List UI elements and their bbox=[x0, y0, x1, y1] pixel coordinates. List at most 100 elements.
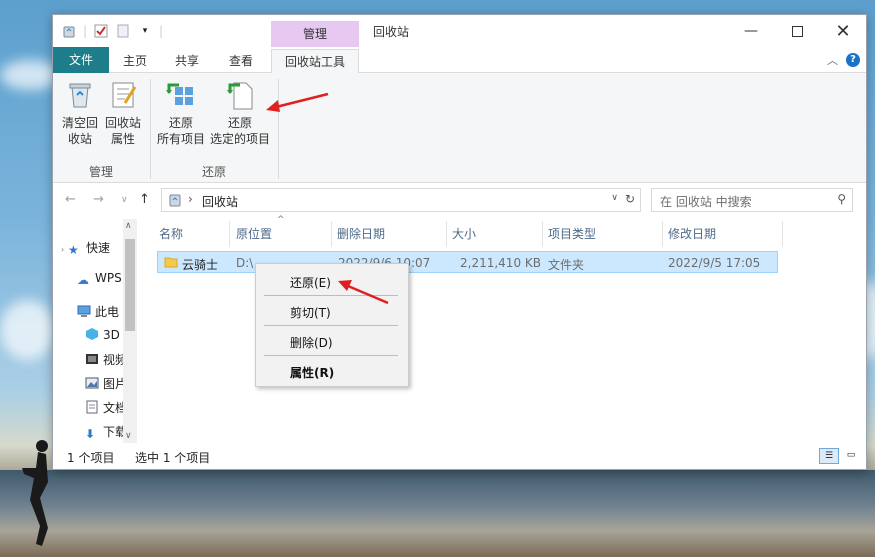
menu-separator bbox=[264, 355, 398, 356]
nav-item-quick-access[interactable]: › ★ 快速 bbox=[61, 239, 110, 257]
restore-all-icon bbox=[165, 79, 197, 111]
nav-item-label: 快速 bbox=[86, 241, 111, 255]
back-button[interactable]: ← bbox=[65, 192, 76, 207]
cloud-icon: ☁ bbox=[77, 273, 89, 287]
empty-bin-icon bbox=[64, 79, 96, 111]
nav-item-wps[interactable]: ☁ WPS bbox=[77, 271, 122, 287]
restore-all-button[interactable]: 还原 所有项目 bbox=[153, 79, 209, 147]
nav-item-videos[interactable]: 视频 bbox=[85, 351, 127, 368]
minimize-button[interactable]: — bbox=[728, 15, 774, 47]
menu-item-restore[interactable]: 还原(E) bbox=[290, 274, 331, 291]
address-row: ← → ∨ ↑ › 回收站 ∨ ↻ 在 回收站 中搜索 ⚲ bbox=[53, 183, 866, 217]
column-divider[interactable] bbox=[331, 221, 332, 247]
cloud bbox=[0, 300, 55, 360]
ribbon-group-label-restore: 还原 bbox=[202, 165, 227, 179]
help-icon[interactable]: ? bbox=[846, 53, 860, 67]
address-path: 回收站 bbox=[202, 195, 239, 209]
address-bar[interactable]: › 回收站 ∨ ↻ bbox=[161, 188, 641, 212]
nav-item-downloads[interactable]: ⬇ 下载 bbox=[85, 423, 127, 441]
scroll-up-icon[interactable]: ∧ bbox=[125, 221, 132, 231]
quick-access-toolbar: | ▾ | bbox=[61, 23, 163, 39]
explorer-window: | ▾ | 管理 回收站 — ✕ 文件 主页 共享 查看 回收站工具 ︿ ? 清… bbox=[52, 14, 867, 470]
status-item-count: 1 个项目 bbox=[67, 451, 115, 465]
nav-item-this-pc[interactable]: 此电 bbox=[77, 303, 119, 320]
scroll-down-icon[interactable]: ∨ bbox=[125, 431, 132, 441]
refresh-icon[interactable]: ↻ bbox=[625, 192, 635, 206]
nav-item-label: 此电 bbox=[95, 305, 120, 319]
column-divider[interactable] bbox=[662, 221, 663, 247]
maximize-button[interactable] bbox=[774, 15, 820, 47]
forward-button[interactable]: → bbox=[93, 192, 104, 207]
column-divider[interactable] bbox=[542, 221, 543, 247]
close-button[interactable]: ✕ bbox=[820, 15, 866, 47]
search-box[interactable]: 在 回收站 中搜索 ⚲ bbox=[651, 188, 853, 212]
scroll-thumb[interactable] bbox=[125, 239, 135, 331]
recycle-bin-properties-button[interactable]: 回收站 属性 bbox=[101, 79, 145, 147]
cell-original-location: D:\ bbox=[236, 256, 254, 270]
ribbon: 清空回 收站 回收站 属性 还原 所有项目 还原 选定的项目 管理 还原 bbox=[53, 73, 866, 183]
address-dropdown-icon[interactable]: ∨ bbox=[611, 193, 618, 203]
menu-item-cut[interactable]: 剪切(T) bbox=[290, 304, 331, 321]
recent-dropdown-icon[interactable]: ∨ bbox=[121, 195, 128, 205]
window-title: 回收站 bbox=[373, 25, 410, 39]
navigation-pane: › ★ 快速 ☁ WPS 此电 3D 视频 图片 文档 ⬇ 下载 ∧ ∨ bbox=[53, 217, 139, 445]
cell-name: 云骑士 bbox=[182, 258, 219, 272]
ribbon-group-label-manage: 管理 bbox=[89, 165, 114, 179]
tab-recycle-bin-tools[interactable]: 回收站工具 bbox=[271, 49, 359, 74]
annotation-arrow-menu bbox=[338, 280, 389, 305]
file-list: ^ 名称 原位置 删除日期 大小 项目类型 修改日期 云骑士 D:\ 2022/… bbox=[139, 215, 866, 443]
large-icons-view-icon: ▭ bbox=[846, 450, 856, 460]
tab-file[interactable]: 文件 bbox=[53, 47, 109, 73]
new-folder-icon[interactable] bbox=[115, 23, 131, 39]
column-header-item-type[interactable]: 项目类型 bbox=[548, 225, 596, 242]
sea-background bbox=[0, 470, 875, 557]
details-view-icon: ☰ bbox=[824, 451, 834, 461]
collapse-ribbon-icon[interactable]: ︿ bbox=[827, 52, 838, 68]
column-header-date-modified[interactable]: 修改日期 bbox=[668, 225, 716, 242]
column-header-name[interactable]: 名称 bbox=[159, 225, 183, 242]
recycle-bin-icon bbox=[61, 23, 77, 39]
status-bar: 1 个项目 选中 1 个项目 ☰ ▭ bbox=[53, 443, 866, 469]
cloud bbox=[0, 60, 60, 90]
ribbon-button-label: 清空回 bbox=[61, 116, 98, 130]
ribbon-button-label: 收站 bbox=[67, 132, 92, 146]
status-selected-count: 选中 1 个项目 bbox=[135, 451, 211, 465]
nav-item-3d-objects[interactable]: 3D bbox=[85, 327, 120, 342]
context-tab-manage[interactable]: 管理 bbox=[271, 21, 359, 47]
column-divider[interactable] bbox=[229, 221, 230, 247]
menu-item-delete[interactable]: 删除(D) bbox=[290, 334, 333, 351]
empty-recycle-bin-button[interactable]: 清空回 收站 bbox=[59, 79, 101, 147]
column-divider[interactable] bbox=[782, 221, 783, 247]
cube-icon bbox=[85, 327, 99, 341]
ribbon-tabs: 文件 主页 共享 查看 回收站工具 ︿ ? bbox=[53, 47, 866, 74]
star-icon: ★ bbox=[68, 243, 79, 257]
large-icons-view-button[interactable]: ▭ bbox=[841, 448, 861, 464]
customize-dropdown-icon[interactable]: ▾ bbox=[137, 23, 153, 39]
column-header-date-deleted[interactable]: 删除日期 bbox=[337, 225, 385, 242]
annotation-arrow-ribbon bbox=[266, 92, 329, 112]
column-divider[interactable] bbox=[446, 221, 447, 247]
toolbar-divider: | bbox=[83, 24, 88, 38]
nav-item-pictures[interactable]: 图片 bbox=[85, 375, 127, 392]
properties-check-icon[interactable] bbox=[93, 23, 109, 39]
search-icon[interactable]: ⚲ bbox=[837, 192, 846, 206]
details-view-button[interactable]: ☰ bbox=[819, 448, 839, 464]
table-row[interactable]: 云骑士 D:\ 2022/9/6 10:07 2,211,410 KB 文件夹 … bbox=[157, 251, 778, 273]
ribbon-group-divider bbox=[150, 79, 151, 179]
tab-share[interactable]: 共享 bbox=[165, 49, 209, 73]
toolbar-divider: | bbox=[159, 24, 164, 38]
menu-item-properties[interactable]: 属性(R) bbox=[290, 364, 334, 381]
cell-item-type: 文件夹 bbox=[548, 258, 585, 272]
up-button[interactable]: ↑ bbox=[139, 192, 150, 207]
tab-home[interactable]: 主页 bbox=[113, 49, 157, 73]
column-header-size[interactable]: 大小 bbox=[452, 225, 476, 242]
nav-item-documents[interactable]: 文档 bbox=[85, 399, 127, 416]
tab-view[interactable]: 查看 bbox=[219, 49, 263, 73]
search-placeholder: 在 回收站 中搜索 bbox=[660, 195, 752, 209]
column-header-original-location[interactable]: 原位置 bbox=[236, 225, 272, 242]
ribbon-button-label: 还原 bbox=[168, 116, 193, 130]
maximize-icon bbox=[791, 25, 803, 37]
folder-icon bbox=[164, 255, 178, 272]
sort-indicator-icon: ^ bbox=[277, 215, 285, 225]
nav-scrollbar[interactable]: ∧ ∨ bbox=[123, 219, 137, 445]
